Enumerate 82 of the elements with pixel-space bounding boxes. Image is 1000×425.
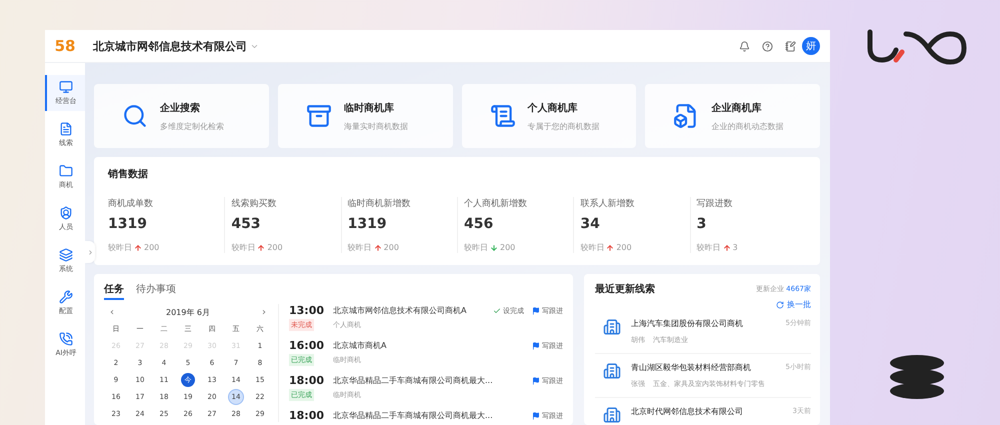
stacked-discs-drawing (889, 354, 945, 400)
scroll-icon (490, 103, 516, 129)
stat-value: 1319 (108, 216, 148, 232)
stat-label: 临时商机新增数 (348, 198, 412, 210)
archive-icon (306, 103, 332, 129)
stat-value: 456 (464, 216, 494, 232)
delta-value: 200 (384, 243, 399, 252)
task-time: 18:00 (289, 374, 325, 387)
delta-value: 200 (144, 243, 160, 252)
compare-label: 较昨日 (231, 242, 256, 253)
tab[interactable]: 任务 (104, 282, 124, 300)
next-month-button[interactable]: › (262, 306, 266, 318)
flag-icon (532, 342, 540, 350)
compare-label: 较昨日 (348, 242, 372, 253)
building-icon (603, 318, 621, 336)
panel-title: 最近更新线索 (595, 282, 655, 296)
compare-label: 较昨日 (580, 242, 604, 253)
card-title: 企业商机库 (711, 101, 762, 114)
delta-value: 200 (267, 243, 283, 252)
compare-label: 较昨日 (108, 242, 132, 253)
task-time: 16:00 (289, 339, 325, 352)
card-title: 个人商机库 (528, 101, 578, 114)
bell-icon[interactable] (739, 40, 750, 52)
quick-card[interactable]: 企业搜索 多维度定制化检索 (94, 84, 269, 148)
card-subtitle: 企业的商机动态数据 (711, 120, 784, 132)
stat-label: 写跟进数 (696, 198, 734, 210)
wrench-icon (59, 290, 73, 304)
refresh-icon (776, 300, 784, 308)
refresh-link[interactable]: 换一批 (776, 299, 811, 310)
compare-label: 较昨日 (696, 242, 721, 253)
stat-label: 线索购买数 (231, 198, 278, 210)
task-time: 18:00 (289, 409, 325, 422)
task-time: 13:00 (289, 304, 325, 317)
lead-title[interactable]: 青山湖区毅华包装材料经营部商机 (631, 362, 751, 373)
stat-value: 1319 (348, 216, 388, 232)
search-icon (122, 103, 148, 129)
check-icon (493, 306, 501, 314)
compare-label: 较昨日 (464, 242, 488, 253)
quick-card[interactable]: 个人商机库 专属于您的商机数据 (462, 84, 636, 148)
shield-user-icon (59, 206, 73, 220)
notes-icon[interactable] (785, 40, 796, 52)
stat-label: 个人商机新增数 (464, 198, 528, 210)
layers-icon (59, 248, 73, 262)
stat-label: 联系人新增数 (580, 198, 636, 210)
stat-value: 3 (696, 216, 708, 232)
task-title[interactable]: 北京华品精品二手车商城有限公司商机最大... (333, 375, 516, 386)
delta-value: 200 (616, 243, 632, 252)
building-icon (603, 406, 621, 424)
tab[interactable]: 待办事项 (136, 282, 176, 300)
card-subtitle: 专属于您的商机数据 (528, 120, 600, 132)
monitor-icon (59, 80, 73, 94)
folder-icon (59, 164, 73, 178)
document-icon (59, 122, 73, 136)
task-title[interactable]: 北京城市网邻信息技术有限公司商机A (333, 305, 485, 316)
phone-icon (59, 332, 73, 346)
card-title: 临时商机库 (344, 101, 395, 114)
quick-card[interactable]: 临时商机库 海量实时商机数据 (278, 84, 452, 148)
delta-value: 3 (732, 243, 738, 252)
help-icon[interactable] (762, 40, 773, 52)
company-name[interactable]: 北京城市网邻信息技术有限公司 (93, 38, 247, 54)
app-logo: 58 (54, 37, 76, 55)
previous-month-button[interactable]: ‹ (110, 306, 114, 318)
stat-label: 商机成单数 (108, 198, 154, 210)
stat-value: 34 (580, 216, 601, 232)
stat-value: 453 (231, 216, 262, 232)
user-avatar[interactable]: 妍 (802, 37, 820, 55)
flag-icon (532, 376, 540, 384)
flag-icon (532, 306, 540, 314)
quick-card[interactable]: 企业商机库 企业的商机动态数据 (645, 84, 820, 148)
building-icon (603, 362, 621, 380)
lead-title[interactable]: 北京时代网邻信息技术有限公司 (631, 406, 743, 417)
task-title[interactable]: 北京城市商机A (333, 340, 516, 351)
flag-icon (532, 412, 540, 420)
card-subtitle: 海量实时商机数据 (344, 120, 408, 132)
collapse-handle[interactable] (85, 241, 95, 263)
task-title[interactable]: 北京华品精品二手车商城有限公司商机最大... (333, 410, 516, 421)
card-title: 企业搜索 (160, 102, 201, 114)
lead-title[interactable]: 上海汽车集团股份有限公司商机 (631, 318, 743, 329)
panel-title: 销售数据 (108, 168, 149, 181)
card-subtitle: 多维度定制化检索 (160, 120, 224, 132)
month-title: 2019年 6月 (166, 306, 210, 318)
delta-value: 200 (500, 243, 516, 252)
